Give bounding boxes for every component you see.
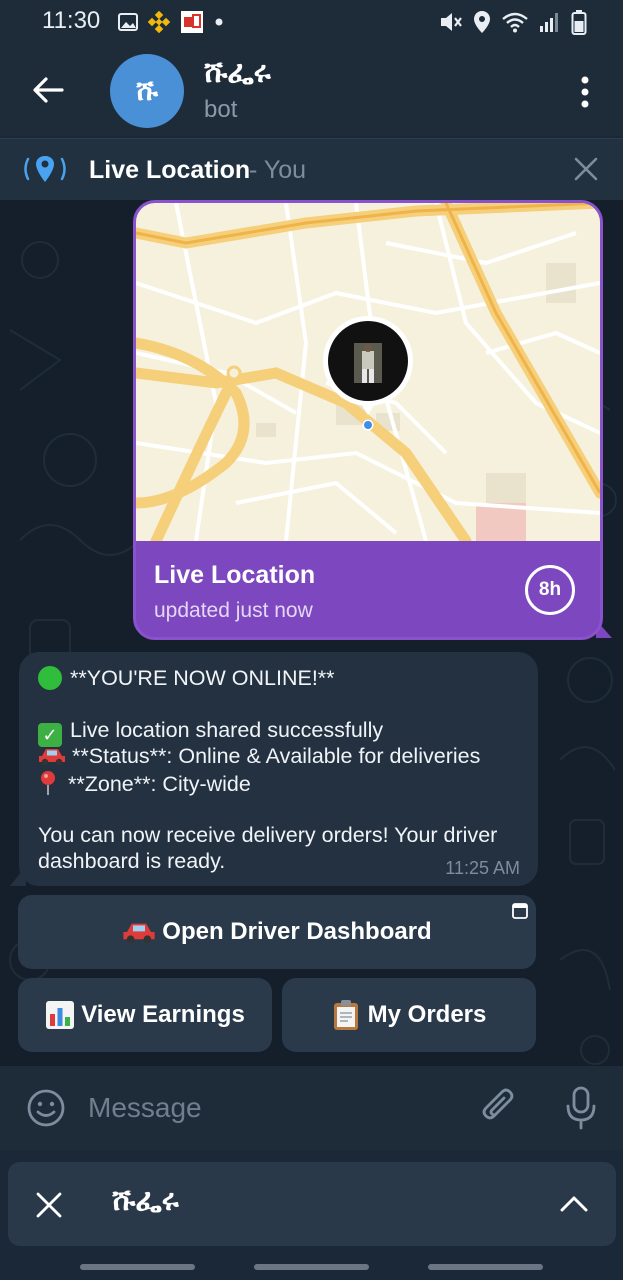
bot-keyboard-panel: ሹፌሩ: [8, 1162, 616, 1246]
current-location-dot-icon: [362, 419, 374, 431]
chat-header: ሹ ሹፌሩ bot: [0, 44, 623, 136]
signal-icon: [540, 13, 558, 32]
live-location-owner: - You: [249, 156, 307, 184]
live-timer-badge[interactable]: 8h: [525, 565, 575, 615]
wifi-icon: [502, 12, 528, 33]
car-icon: [123, 923, 155, 944]
bar-chart-icon: [46, 1001, 75, 1029]
green-circle-icon: [38, 666, 62, 690]
back-arrow-icon[interactable]: [28, 70, 68, 110]
user-avatar-pin-icon: [323, 316, 413, 415]
message-line-ready: dashboard is ready.: [38, 849, 226, 873]
bot-message: **YOU'RE NOW ONLINE!** ✓ Live location sh…: [19, 652, 538, 886]
close-icon[interactable]: [36, 1192, 62, 1218]
message-line-online: **YOU'RE NOW ONLINE!**: [70, 666, 335, 690]
muted-icon: [441, 13, 462, 31]
live-location-message[interactable]: Live Location updated just now 8h: [133, 200, 603, 640]
paperclip-icon[interactable]: [480, 1088, 518, 1128]
nav-hint-left: [80, 1264, 195, 1270]
live-location-bar[interactable]: Live Location - You: [0, 138, 623, 201]
binance-icon: [148, 11, 170, 33]
status-time: 11:30: [42, 7, 101, 34]
web-app-icon: [512, 903, 528, 919]
message-composer: [0, 1066, 623, 1150]
app-notification-icon: [181, 11, 203, 33]
microphone-icon[interactable]: [564, 1086, 598, 1130]
message-line-shared: Live location shared successfully: [70, 718, 384, 742]
message-line-receive: You can now receive delivery orders! You…: [38, 823, 498, 847]
live-location-pin-icon: [24, 156, 66, 182]
view-earnings-label: View Earnings: [81, 1001, 245, 1028]
chat-title[interactable]: ሹፌሩ: [204, 56, 271, 90]
message-line-status: **Status**: Online & Available for deliv…: [72, 744, 481, 768]
battery-icon: [571, 10, 587, 35]
open-driver-dashboard-button[interactable]: Open Driver Dashboard: [18, 895, 536, 969]
avatar[interactable]: ሹ: [110, 54, 184, 128]
my-orders-button[interactable]: My Orders: [282, 978, 536, 1052]
dot-icon: [215, 18, 223, 26]
chat-subtitle: bot: [204, 96, 238, 123]
live-location-label: Live Location: [89, 156, 251, 184]
live-timer-value: 8h: [538, 579, 562, 600]
message-time: 11:25 AM: [445, 858, 520, 878]
avatar-letter: ሹ: [136, 74, 158, 106]
status-bar: 11:30: [0, 0, 623, 44]
more-vertical-icon[interactable]: [575, 72, 595, 112]
message-input[interactable]: [88, 1090, 448, 1126]
panel-title: ሹፌሩ: [112, 1184, 179, 1217]
gallery-icon: [118, 13, 138, 31]
location-icon: [474, 11, 490, 33]
close-icon[interactable]: [573, 156, 599, 182]
user-location-marker[interactable]: [322, 315, 414, 419]
nav-hint-right: [428, 1264, 543, 1270]
open-driver-dashboard-label: Open Driver Dashboard: [162, 918, 432, 945]
live-location-updated: updated just now: [154, 599, 313, 622]
pushpin-icon: [41, 771, 55, 795]
live-location-title: Live Location: [154, 561, 316, 589]
emoji-icon[interactable]: [26, 1088, 66, 1128]
chevron-up-icon[interactable]: [560, 1194, 588, 1212]
message-line-zone: **Zone**: City-wide: [68, 772, 251, 796]
my-orders-label: My Orders: [367, 1001, 487, 1028]
nav-hint-center: [254, 1264, 369, 1270]
clipboard-icon: [333, 1000, 358, 1030]
car-icon: [39, 749, 65, 766]
view-earnings-button[interactable]: View Earnings: [18, 978, 272, 1052]
